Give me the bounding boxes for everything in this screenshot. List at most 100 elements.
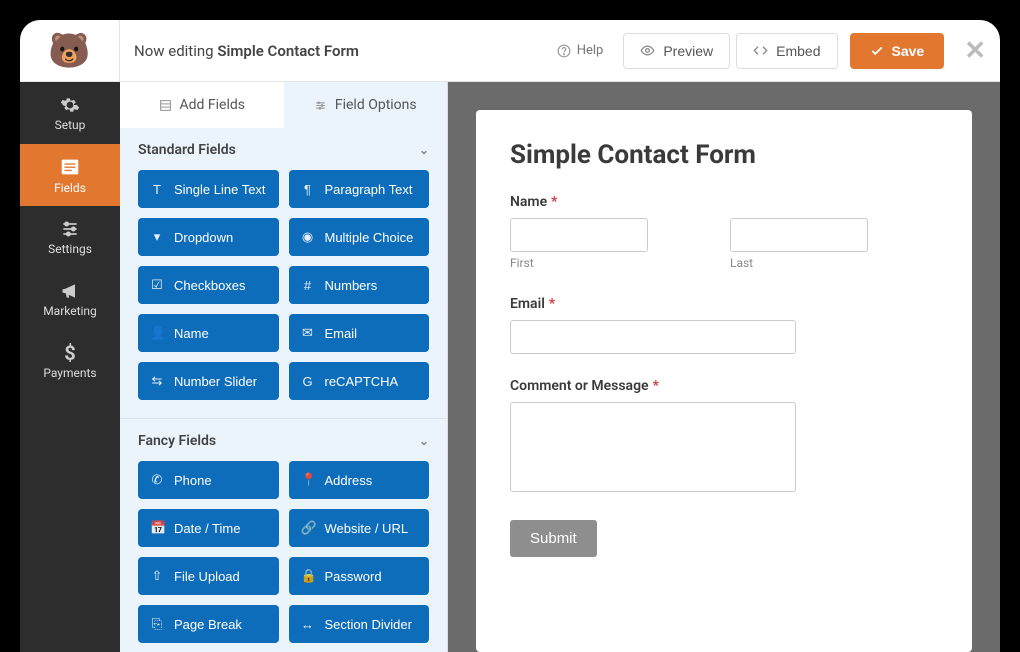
- field-phone[interactable]: ✆Phone: [138, 461, 279, 499]
- field-password[interactable]: 🔒Password: [289, 557, 430, 595]
- save-label: Save: [892, 43, 925, 59]
- pin-icon: 📍: [301, 472, 315, 488]
- editing-form-name: Simple Contact Form: [217, 42, 359, 60]
- nav-setup[interactable]: Setup: [20, 82, 120, 144]
- embed-button[interactable]: Embed: [736, 33, 837, 69]
- tab-field-options-label: Field Options: [335, 97, 417, 113]
- preview-area: Simple Contact Form Name * First Las: [448, 82, 1000, 652]
- fancy-fields-header[interactable]: Fancy Fields ⌄: [138, 433, 429, 449]
- field-label: Numbers: [325, 278, 378, 293]
- comment-textarea[interactable]: [510, 402, 796, 492]
- field-numbers[interactable]: # Numbers: [289, 266, 430, 304]
- field-label: Section Divider: [325, 617, 412, 632]
- preview-label: Preview: [663, 43, 713, 59]
- field-label: Dropdown: [174, 230, 233, 245]
- app-logo: 🐻: [20, 20, 120, 82]
- field-label: Date / Time: [174, 521, 240, 536]
- field-label: reCAPTCHA: [325, 374, 399, 389]
- gear-icon: [60, 95, 80, 115]
- field-label: Page Break: [174, 617, 242, 632]
- field-number-slider[interactable]: ⇆Number Slider: [138, 362, 279, 400]
- field-email[interactable]: ✉ Email: [289, 314, 430, 352]
- dollar-icon: $: [64, 343, 75, 363]
- name-label: Name *: [510, 194, 938, 210]
- save-button[interactable]: Save: [850, 33, 945, 69]
- nav-settings-label: Settings: [48, 242, 92, 256]
- grid-icon: [159, 99, 172, 112]
- field-recaptcha[interactable]: GreCAPTCHA: [289, 362, 430, 400]
- embed-label: Embed: [776, 43, 820, 59]
- field-dropdown[interactable]: ▾ Dropdown: [138, 218, 279, 256]
- field-section-divider[interactable]: ↔ Section Divider: [289, 605, 430, 643]
- nav-settings[interactable]: Settings: [20, 206, 120, 268]
- dropdown-icon: ▾: [150, 229, 164, 245]
- field-label: Email: [325, 326, 358, 341]
- last-sublabel: Last: [730, 256, 938, 270]
- slider-icon: ⇆: [150, 373, 164, 389]
- person-icon: 👤: [150, 325, 164, 341]
- code-icon: [753, 43, 768, 58]
- now-editing-label: Now editing Simple Contact Form: [134, 42, 359, 60]
- tab-add-fields[interactable]: Add Fields: [120, 82, 284, 128]
- field-single-line-text[interactable]: TSingle Line Text: [138, 170, 279, 208]
- last-name-input[interactable]: [730, 218, 868, 252]
- chevron-down-icon: ⌄: [419, 434, 429, 448]
- standard-fields-header[interactable]: Standard Fields ⌄: [138, 142, 429, 158]
- form-preview: Simple Contact Form Name * First Las: [476, 110, 972, 652]
- envelope-icon: ✉: [301, 325, 315, 341]
- field-paragraph-text[interactable]: ¶Paragraph Text: [289, 170, 430, 208]
- nav-fields[interactable]: Fields: [20, 144, 120, 206]
- section-fancy-fields: Fancy Fields ⌄ ✆Phone 📍Address 📅 Date / T…: [120, 419, 447, 652]
- preview-button[interactable]: Preview: [623, 33, 730, 69]
- tab-add-fields-label: Add Fields: [180, 97, 246, 113]
- comment-label: Comment or Message *: [510, 378, 938, 394]
- mascot-icon: 🐻: [48, 34, 90, 68]
- name-label-text: Name: [510, 194, 547, 210]
- sliders-icon: [60, 219, 80, 239]
- divider-icon: ↔: [301, 617, 315, 632]
- nav-payments[interactable]: $ Payments: [20, 330, 120, 392]
- nav-fields-label: Fields: [54, 181, 86, 195]
- check-icon: [870, 44, 884, 58]
- help-label: Help: [577, 43, 604, 58]
- field-website-url[interactable]: 🔗 Website / URL: [289, 509, 430, 547]
- top-bar: 🐻 Now editing Simple Contact Form Help P…: [20, 20, 1000, 82]
- comment-label-text: Comment or Message: [510, 378, 649, 394]
- nav-marketing-label: Marketing: [43, 304, 97, 318]
- email-label: Email *: [510, 296, 938, 312]
- field-date-time[interactable]: 📅 Date / Time: [138, 509, 279, 547]
- help-icon: [557, 44, 571, 58]
- chevron-down-icon: ⌄: [419, 143, 429, 157]
- hash-icon: #: [301, 278, 315, 293]
- field-name[interactable]: 👤Name: [138, 314, 279, 352]
- tab-field-options[interactable]: Field Options: [284, 82, 448, 128]
- field-address[interactable]: 📍Address: [289, 461, 430, 499]
- calendar-icon: 📅: [150, 520, 164, 536]
- bullhorn-icon: [60, 281, 80, 301]
- required-asterisk: *: [549, 296, 555, 312]
- paragraph-icon: ¶: [301, 182, 315, 197]
- standard-fields-title: Standard Fields: [138, 142, 236, 158]
- email-label-text: Email: [510, 296, 545, 312]
- fields-panel: Add Fields Field Options Standard Fields…: [120, 82, 448, 652]
- nav-marketing[interactable]: Marketing: [20, 268, 120, 330]
- field-checkboxes[interactable]: ☑Checkboxes: [138, 266, 279, 304]
- close-button[interactable]: ✕: [964, 36, 986, 66]
- phone-icon: ✆: [150, 472, 164, 488]
- link-icon: 🔗: [301, 520, 315, 536]
- first-name-input[interactable]: [510, 218, 648, 252]
- field-file-upload[interactable]: ⇧File Upload: [138, 557, 279, 595]
- form-icon: [59, 156, 81, 178]
- left-nav: Setup Fields Settings Marketing: [20, 82, 120, 652]
- submit-button[interactable]: Submit: [510, 520, 597, 557]
- fancy-fields-title: Fancy Fields: [138, 433, 216, 449]
- field-page-break[interactable]: ⎘ Page Break: [138, 605, 279, 643]
- eye-icon: [640, 43, 655, 58]
- field-label: Website / URL: [325, 521, 409, 536]
- field-multiple-choice[interactable]: ◉Multiple Choice: [289, 218, 430, 256]
- pagebreak-icon: ⎘: [150, 616, 164, 632]
- email-input[interactable]: [510, 320, 796, 354]
- now-editing-prefix: Now editing: [134, 42, 214, 60]
- help-link[interactable]: Help: [543, 35, 618, 66]
- radio-icon: ◉: [301, 229, 315, 245]
